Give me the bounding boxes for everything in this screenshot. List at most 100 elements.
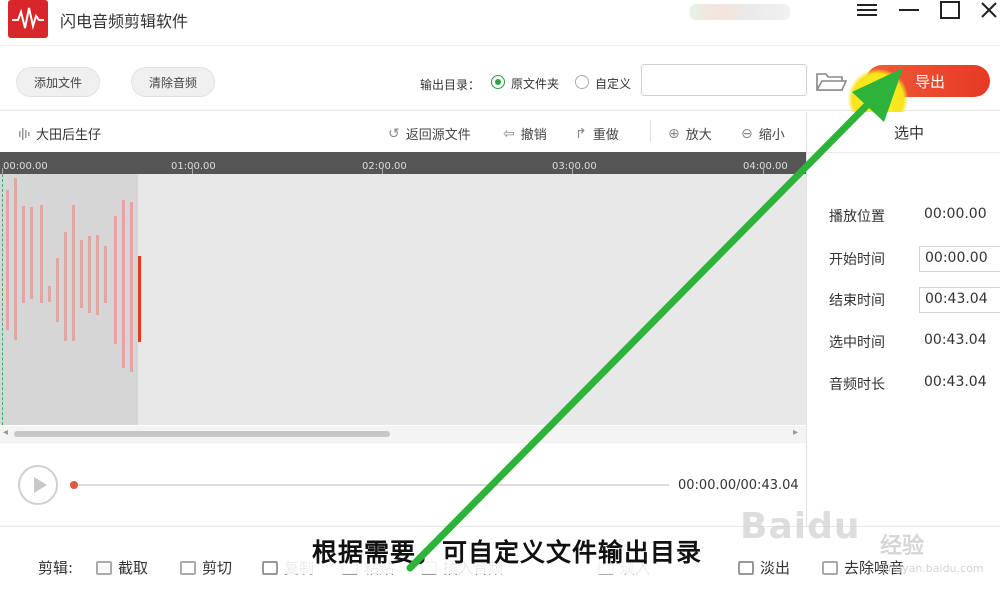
fade-out-label: 淡出 xyxy=(760,559,791,577)
play-position-value: 00:00.00 xyxy=(924,206,987,222)
custom-folder-label: 自定义 xyxy=(595,77,632,91)
export-label: 导出 xyxy=(914,72,945,91)
crop-label: 截取 xyxy=(118,559,149,577)
denoise-icon xyxy=(822,560,838,575)
file-name: 大田后生仔 xyxy=(18,124,101,143)
add-file-button[interactable]: 添加文件 xyxy=(16,67,100,97)
crop-icon xyxy=(96,560,112,575)
waveform-bar xyxy=(104,246,107,303)
back-to-source-label: 返回源文件 xyxy=(405,128,471,143)
progress-handle[interactable] xyxy=(70,481,78,489)
toolbar-divider xyxy=(650,120,651,142)
scroll-left-icon[interactable]: ◂ xyxy=(3,427,8,438)
copy-icon xyxy=(262,560,278,575)
baidu-watermark: Baidu xyxy=(740,506,861,547)
tick-label: 02:00.00 xyxy=(362,161,407,172)
duration-label: 音频时长 xyxy=(829,377,885,393)
playhead-marker[interactable] xyxy=(138,256,141,342)
app-title: 闪电音频剪辑软件 xyxy=(60,12,189,31)
waveform-area[interactable] xyxy=(0,174,806,425)
waveform-bar xyxy=(80,240,83,308)
progress-track[interactable] xyxy=(74,484,669,486)
editor-header: 大田后生仔 ↺ 返回源文件 ⇦ 撤销 ↱ 重做 ⊕ 放大 ⊖ 缩小 xyxy=(0,112,806,152)
cut-label: 剪切 xyxy=(202,559,233,577)
cut-icon xyxy=(180,560,196,575)
crop-button[interactable]: 截取 xyxy=(96,557,148,578)
selection-start-line[interactable] xyxy=(2,174,3,425)
waveform-bar xyxy=(14,178,17,340)
scroll-right-icon[interactable]: ▸ xyxy=(793,427,798,438)
tick-label: 03:00.00 xyxy=(552,161,597,172)
tick-label: 04:00.00 xyxy=(743,161,788,172)
source-folder-label: 原文件夹 xyxy=(511,77,560,91)
waveform-bar xyxy=(122,200,125,368)
clear-audio-button[interactable]: 清除音频 xyxy=(131,67,215,97)
fade-out-icon xyxy=(738,560,754,575)
waveform-bar xyxy=(114,216,117,344)
undo-button[interactable]: ⇦ 撤销 xyxy=(503,124,547,144)
title-bar: 闪电音频剪辑软件 xyxy=(0,0,1000,46)
waveform-bar xyxy=(130,202,133,372)
app-logo-icon xyxy=(8,0,48,38)
end-time-field[interactable]: 00:43.04 xyxy=(919,287,1000,313)
player-row: 00:00.00/00:43.04 xyxy=(0,442,806,526)
end-time-label: 结束时间 xyxy=(829,293,885,309)
tick-label: 01:00.00 xyxy=(171,161,216,172)
blurred-region xyxy=(690,4,790,20)
undo-label: 撤销 xyxy=(520,128,547,143)
duration-value: 00:43.04 xyxy=(924,374,987,390)
selection-panel: 选中 播放位置 00:00.00 开始时间 00:00.00 结束时间 00:4… xyxy=(806,112,1000,526)
close-icon[interactable] xyxy=(974,0,1000,20)
menu-icon[interactable] xyxy=(852,0,882,20)
waveform-bar xyxy=(72,205,75,341)
timeline-ruler[interactable]: 00:00.00 01:00.00 02:00.00 03:00.00 04:0… xyxy=(0,152,806,174)
app-window: 闪电音频剪辑软件 添加文件 清除音频 输出目录： 原文件夹 自定义 导出 大田后… xyxy=(0,0,1000,599)
horizontal-scrollbar[interactable]: ◂ ▸ xyxy=(0,426,806,442)
redo-label: 重做 xyxy=(592,128,619,143)
minimize-icon[interactable] xyxy=(894,0,924,20)
start-time-value: 00:00.00 xyxy=(925,250,988,266)
output-dir-label: 输出目录： xyxy=(420,78,481,92)
redo-icon: ↱ xyxy=(575,125,587,142)
selection-region[interactable] xyxy=(0,174,138,425)
start-time-label: 开始时间 xyxy=(829,252,885,268)
waveform-bar xyxy=(96,235,99,315)
play-position-label: 播放位置 xyxy=(829,209,885,225)
waveform-bar xyxy=(40,205,43,303)
watermark-cn: 经验 xyxy=(880,534,925,559)
panel-title: 选中 xyxy=(893,124,924,142)
zoom-in-button[interactable]: ⊕ 放大 xyxy=(668,124,712,144)
undo-icon: ⇦ xyxy=(503,125,515,142)
edit-label: 剪辑: xyxy=(38,559,74,577)
waveform-bar xyxy=(56,258,59,322)
waveform-bar xyxy=(30,207,33,299)
fade-out-button[interactable]: 淡出 xyxy=(738,557,790,578)
selected-time-value: 00:43.04 xyxy=(924,332,987,348)
cut-button[interactable]: 剪切 xyxy=(180,557,232,578)
file-name-label: 大田后生仔 xyxy=(36,128,102,143)
zoom-out-icon: ⊖ xyxy=(741,125,753,142)
waveform-bar xyxy=(6,190,9,330)
start-time-field[interactable]: 00:00.00 xyxy=(919,246,1000,272)
back-to-source-button[interactable]: ↺ 返回源文件 xyxy=(388,124,471,144)
play-icon[interactable] xyxy=(18,465,58,505)
zoom-out-button[interactable]: ⊖ 缩小 xyxy=(741,124,785,144)
scroll-thumb[interactable] xyxy=(14,431,390,437)
zoom-in-label: 放大 xyxy=(685,128,712,143)
output-path-input[interactable] xyxy=(641,64,807,96)
source-folder-radio[interactable] xyxy=(491,75,505,89)
waveform-bar xyxy=(64,232,67,341)
custom-folder-radio[interactable] xyxy=(575,75,589,89)
maximize-icon[interactable] xyxy=(935,0,965,20)
tutorial-caption: 根据需要，可自定义文件输出目录 xyxy=(278,528,736,574)
tick-label: 00:00.00 xyxy=(3,161,48,172)
zoom-out-label: 缩小 xyxy=(758,128,785,143)
time-readout: 00:00.00/00:43.04 xyxy=(678,478,799,493)
folder-icon[interactable] xyxy=(815,69,848,93)
watermark-url: jingyan.baidu.com xyxy=(882,562,984,575)
wave-icon xyxy=(19,127,30,140)
selected-time-label: 选中时间 xyxy=(829,335,885,351)
panel-divider xyxy=(807,152,1000,153)
waveform-bar xyxy=(22,206,25,303)
redo-button[interactable]: ↱ 重做 xyxy=(575,124,619,144)
